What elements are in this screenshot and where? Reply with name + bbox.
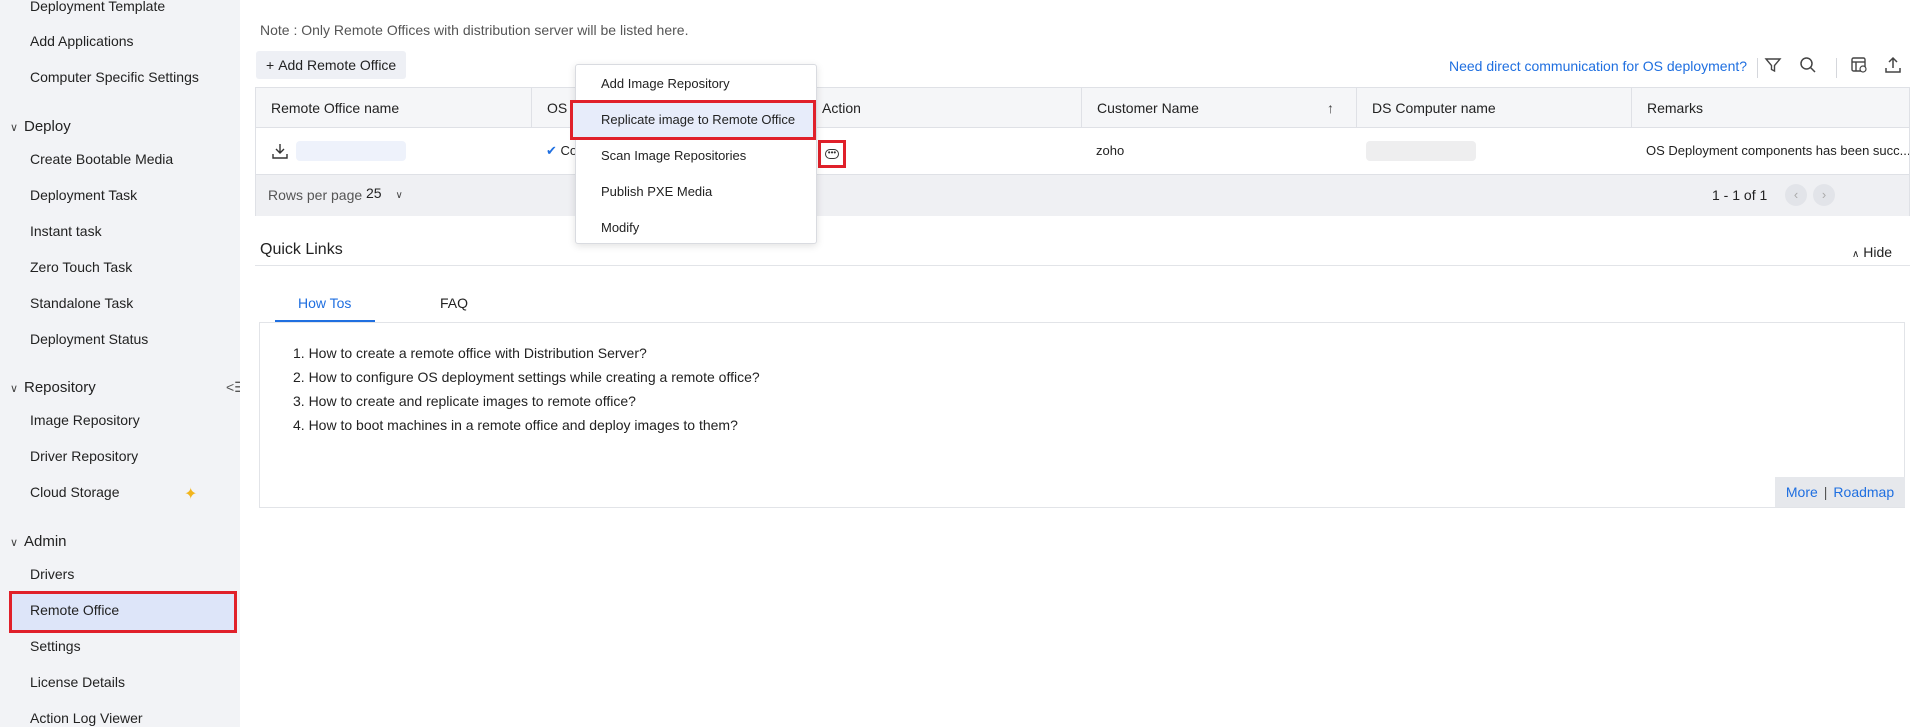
sidebar-group-label: Admin <box>24 533 67 550</box>
check-circle-icon: ✔︎ <box>546 143 557 158</box>
menu-item-scan-image-repositories[interactable]: Scan Image Repositories <box>601 148 746 163</box>
table-header: Remote Office name OS Action Customer Na… <box>256 88 1909 128</box>
howto-link[interactable]: 1. How to create a remote office with Di… <box>293 345 647 361</box>
hide-label: Hide <box>1863 244 1893 260</box>
column-header-customer-name[interactable]: Customer Name ↑ <box>1081 88 1356 128</box>
rows-per-page-value: 25 <box>366 185 382 201</box>
cell-remote-office-name <box>256 129 531 173</box>
separator: | <box>1823 484 1828 500</box>
chevron-down-icon: ∨ <box>10 122 19 134</box>
cell-ds-computer-name <box>1356 129 1631 173</box>
cell-customer-name: zoho <box>1096 143 1125 158</box>
table-row: ✔︎ Co zoho OS Deployment components has … <box>256 129 1909 173</box>
sidebar-item-settings[interactable]: Settings <box>30 636 81 656</box>
menu-item-publish-pxe-media[interactable]: Publish PXE Media <box>601 184 712 199</box>
remote-office-table: Remote Office name OS Action Customer Na… <box>255 87 1910 216</box>
action-dropdown-menu: Add Image Repository Replicate image to … <box>570 64 817 244</box>
pagination-info: 1 - 1 of 1 <box>1712 187 1768 203</box>
collapse-sidebar-icon[interactable]: <☰ <box>226 379 240 396</box>
toolbar-divider <box>1757 58 1758 78</box>
column-settings-icon[interactable] <box>1850 56 1868 79</box>
divider <box>255 265 1910 266</box>
sidebar-group-label: Repository <box>24 379 96 396</box>
howto-link[interactable]: 4. How to boot machines in a remote offi… <box>293 417 738 433</box>
rows-per-page-label: Rows per page <box>268 187 363 203</box>
column-header-ds-computer-name[interactable]: DS Computer name <box>1356 88 1631 128</box>
menu-item-replicate-image[interactable]: Replicate image to Remote Office <box>601 112 795 127</box>
sort-ascending-icon[interactable]: ↑ <box>1327 88 1334 128</box>
download-icon[interactable] <box>272 129 288 177</box>
sidebar-item-deployment-status[interactable]: Deployment Status <box>30 329 148 349</box>
cell-remarks: OS Deployment components has been succ..… <box>1646 143 1909 158</box>
sidebar-item-computer-specific-settings[interactable]: Computer Specific Settings <box>30 67 199 87</box>
sidebar-group-repository[interactable]: ∨ Repository <box>10 377 96 399</box>
sidebar-item-instant-task[interactable]: Instant task <box>30 221 102 241</box>
sidebar-item-drivers[interactable]: Drivers <box>30 564 74 584</box>
quick-links-footer: More | Roadmap <box>1775 477 1905 507</box>
sidebar-item-driver-repository[interactable]: Driver Repository <box>30 446 138 466</box>
column-header-remarks[interactable]: Remarks <box>1631 88 1909 128</box>
tab-how-tos[interactable]: How Tos <box>298 295 351 311</box>
next-page-icon[interactable]: › <box>1813 184 1835 206</box>
table-footer: Rows per page 25 ∨ 1 - 1 of 1 ‹ › <box>256 174 1909 216</box>
tab-faq[interactable]: FAQ <box>440 295 468 311</box>
quick-links-hide-button[interactable]: ∧ Hide <box>1852 244 1892 260</box>
row-action-button[interactable]: ••• <box>818 140 846 168</box>
filter-icon[interactable] <box>1764 56 1782 79</box>
column-header-action: Action <box>806 88 1081 128</box>
column-header-remote-office-name[interactable]: Remote Office name <box>256 88 531 128</box>
sidebar-item-create-bootable-media[interactable]: Create Bootable Media <box>30 149 173 169</box>
sidebar-item-add-applications[interactable]: Add Applications <box>30 31 134 51</box>
more-link[interactable]: More <box>1786 484 1818 500</box>
plus-icon: + <box>266 57 275 73</box>
sidebar: Deployment Template Add Applications Com… <box>0 0 240 727</box>
prev-page-icon[interactable]: ‹ <box>1785 184 1807 206</box>
menu-item-add-image-repository[interactable]: Add Image Repository <box>601 76 730 91</box>
sidebar-group-deploy[interactable]: ∨ Deploy <box>10 116 71 138</box>
sparkle-icon: ✦ <box>184 486 198 503</box>
roadmap-link[interactable]: Roadmap <box>1833 484 1894 500</box>
add-remote-office-button[interactable]: + Add Remote Office <box>256 51 407 79</box>
export-icon[interactable] <box>1884 56 1902 79</box>
chevron-down-icon: ∨ <box>10 383 19 395</box>
more-options-icon: ••• <box>825 149 839 159</box>
howto-link[interactable]: 2. How to configure OS deployment settin… <box>293 369 760 385</box>
sidebar-item-action-log-viewer[interactable]: Action Log Viewer <box>30 708 143 727</box>
page-note: Note : Only Remote Offices with distribu… <box>260 22 689 38</box>
chevron-down-icon: ∨ <box>10 537 19 549</box>
redacted-office-name <box>296 141 406 161</box>
sidebar-item-standalone-task[interactable]: Standalone Task <box>30 293 133 313</box>
sidebar-item-deployment-template[interactable]: Deployment Template <box>30 0 165 16</box>
sidebar-item-deployment-task[interactable]: Deployment Task <box>30 185 137 205</box>
sidebar-item-cloud-storage[interactable]: Cloud Storage <box>30 482 120 502</box>
chevron-down-icon: ∨ <box>395 190 403 201</box>
sidebar-item-zero-touch-task[interactable]: Zero Touch Task <box>30 257 132 277</box>
howto-link[interactable]: 3. How to create and replicate images to… <box>293 393 636 409</box>
sidebar-item-image-repository[interactable]: Image Repository <box>30 410 140 430</box>
sidebar-item-remote-office[interactable]: Remote Office <box>30 600 119 620</box>
rows-per-page-select[interactable]: 25 ∨ <box>366 185 403 201</box>
need-direct-communication-link[interactable]: Need direct communication for OS deploym… <box>1449 58 1747 74</box>
sidebar-item-license-details[interactable]: License Details <box>30 672 125 692</box>
search-icon[interactable] <box>1799 56 1817 79</box>
sidebar-group-label: Deploy <box>24 118 71 135</box>
add-remote-office-label: Add Remote Office <box>278 57 397 73</box>
redacted-ds-computer-name <box>1366 141 1476 161</box>
menu-item-modify[interactable]: Modify <box>601 220 639 235</box>
column-header-label: Customer Name <box>1097 100 1199 116</box>
chevron-up-icon: ∧ <box>1852 249 1860 260</box>
toolbar-divider <box>1836 58 1837 78</box>
sidebar-group-admin[interactable]: ∨ Admin <box>10 531 67 553</box>
quick-links-title: Quick Links <box>260 241 343 258</box>
